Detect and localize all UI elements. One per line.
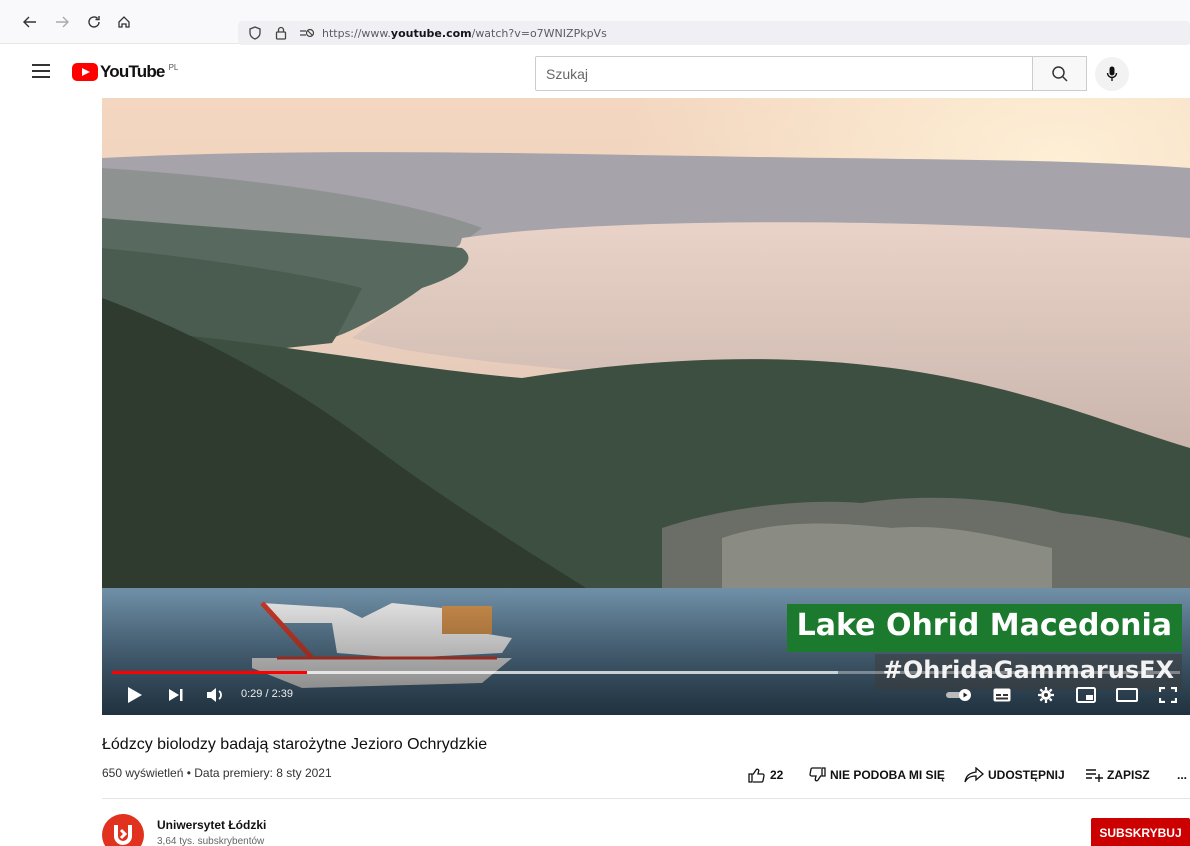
next-icon[interactable] bbox=[164, 680, 188, 710]
settings-gear-icon[interactable] bbox=[1034, 680, 1058, 710]
time-display: 0:29 / 2:39 bbox=[241, 688, 293, 700]
thumbs-down-icon bbox=[808, 767, 826, 783]
back-icon[interactable] bbox=[20, 12, 40, 32]
video-meta: 650 wyświetleń • Data premiery: 8 sty 20… bbox=[102, 766, 332, 780]
player-controls: 0:29 / 2:39 bbox=[102, 680, 1190, 710]
thumbs-up-icon bbox=[748, 767, 766, 783]
premiere-date: Data premiery: 8 sty 2021 bbox=[194, 766, 332, 780]
view-count: 650 wyświetleń bbox=[102, 766, 184, 780]
forward-icon[interactable] bbox=[52, 12, 72, 32]
voice-search-button[interactable] bbox=[1095, 57, 1129, 91]
dislike-label: NIE PODOBA MI SIĘ bbox=[830, 768, 945, 782]
reload-icon[interactable] bbox=[84, 12, 104, 32]
dislike-button[interactable]: NIE PODOBA MI SIĘ bbox=[808, 766, 945, 784]
share-arrow-icon bbox=[964, 767, 984, 783]
share-button[interactable]: UDOSTĘPNIJ bbox=[964, 766, 1065, 784]
permissions-icon[interactable] bbox=[298, 24, 316, 42]
menu-icon[interactable] bbox=[32, 64, 50, 78]
video-title: Łódzcy biolodzy badają starożytne Jezior… bbox=[102, 736, 488, 753]
subscriber-count: 3,64 tys. subskrybentów bbox=[157, 836, 265, 846]
more-actions-icon: ... bbox=[1177, 768, 1188, 782]
share-label: UDOSTĘPNIJ bbox=[988, 768, 1065, 782]
browser-toolbar: https://www.youtube.com/watch?v=o7WNIZPk… bbox=[0, 0, 1190, 45]
progress-played bbox=[112, 671, 307, 674]
meta-separator: • bbox=[183, 766, 195, 780]
add-to-playlist-icon bbox=[1085, 768, 1103, 782]
like-button[interactable]: 22 bbox=[748, 766, 783, 784]
save-button[interactable]: ZAPISZ bbox=[1085, 766, 1150, 784]
search-input[interactable] bbox=[546, 65, 1032, 82]
subtitles-icon[interactable] bbox=[990, 680, 1014, 710]
url-text[interactable]: https://www.youtube.com/watch?v=o7WNIZPk… bbox=[322, 27, 607, 40]
video-overlay-title: Lake Ohrid Macedonia bbox=[786, 604, 1182, 652]
shield-icon[interactable] bbox=[246, 24, 264, 42]
volume-icon[interactable] bbox=[204, 680, 228, 710]
lock-icon[interactable] bbox=[272, 24, 290, 42]
autoplay-toggle-icon[interactable] bbox=[944, 680, 974, 710]
search-box[interactable] bbox=[535, 56, 1033, 91]
save-label: ZAPISZ bbox=[1107, 768, 1150, 782]
progress-bar[interactable] bbox=[112, 671, 1180, 674]
youtube-logo[interactable]: YouTube PL bbox=[72, 62, 178, 82]
like-count: 22 bbox=[770, 768, 784, 782]
logo-text: YouTube bbox=[100, 62, 165, 81]
fullscreen-icon[interactable] bbox=[1156, 680, 1180, 710]
youtube-play-logo-icon bbox=[72, 63, 98, 81]
youtube-header: YouTube PL bbox=[0, 50, 1190, 98]
channel-avatar[interactable] bbox=[102, 814, 144, 846]
theater-mode-icon[interactable] bbox=[1114, 680, 1140, 710]
search-icon bbox=[1051, 65, 1068, 82]
subscribe-button[interactable]: SUBSKRYBUJ bbox=[1091, 818, 1190, 846]
search-button[interactable] bbox=[1032, 56, 1087, 91]
country-code: PL bbox=[168, 62, 179, 72]
play-icon[interactable] bbox=[122, 680, 148, 710]
microphone-icon bbox=[1106, 66, 1118, 81]
divider bbox=[102, 798, 1190, 799]
channel-name[interactable]: Uniwersytet Łódzki bbox=[157, 818, 266, 832]
more-actions-button[interactable]: ... bbox=[1177, 766, 1187, 784]
channel-logo-icon bbox=[114, 825, 132, 845]
video-player[interactable]: Lake Ohrid Macedonia #OhridaGammarusEX 0… bbox=[102, 98, 1190, 715]
address-bar[interactable]: https://www.youtube.com/watch?v=o7WNIZPk… bbox=[238, 21, 1190, 45]
miniplayer-icon[interactable] bbox=[1074, 680, 1098, 710]
home-icon[interactable] bbox=[114, 12, 134, 32]
